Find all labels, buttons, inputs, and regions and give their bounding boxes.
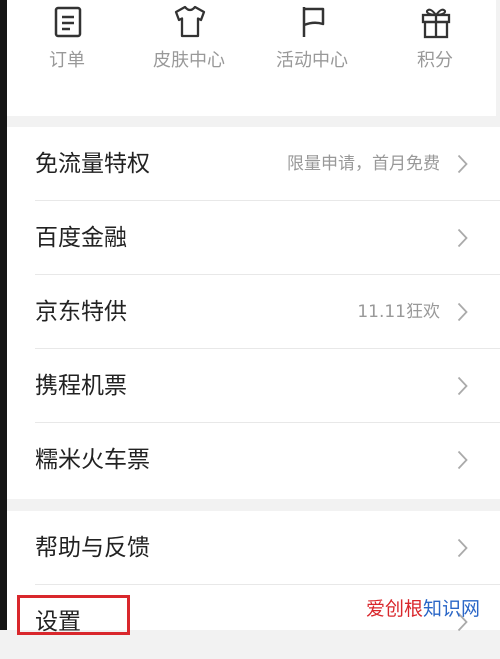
menu-item-title: 糯米火车票 — [35, 447, 150, 473]
quick-action-activity-center[interactable]: 活动中心 — [252, 0, 372, 116]
quick-action-points[interactable]: 积分 — [375, 0, 495, 116]
menu-item-title: 免流量特权 — [35, 151, 150, 177]
flag-icon — [302, 7, 325, 37]
menu-card-services: 免流量特权 限量申请，首月免费 百度金融 京东特供 11.11狂欢 携程机票 糯… — [7, 127, 500, 499]
menu-item-baidu-finance[interactable]: 百度金融 — [7, 201, 500, 275]
menu-item-nuomi-train[interactable]: 糯米火车票 — [7, 423, 500, 497]
quick-action-skin-center[interactable]: 皮肤中心 — [129, 0, 249, 116]
menu-item-jd-special[interactable]: 京东特供 11.11狂欢 — [7, 275, 500, 349]
quick-action-label: 皮肤中心 — [153, 50, 225, 71]
chevron-right-icon — [457, 228, 468, 248]
menu-item-ctrip-flights[interactable]: 携程机票 — [7, 349, 500, 423]
order-icon — [54, 6, 82, 38]
quick-action-label: 活动中心 — [276, 50, 348, 71]
menu-item-title: 京东特供 — [35, 299, 127, 325]
menu-item-subtitle: 11.11狂欢 — [357, 302, 440, 322]
chevron-right-icon — [457, 154, 468, 174]
chevron-right-icon — [457, 302, 468, 322]
settings-highlight-box — [17, 595, 130, 635]
menu-item-title: 百度金融 — [35, 225, 127, 251]
menu-item-free-data[interactable]: 免流量特权 限量申请，首月免费 — [7, 127, 500, 201]
quick-action-label: 订单 — [49, 50, 85, 71]
left-edge-bar — [0, 0, 7, 630]
menu-item-title: 帮助与反馈 — [35, 535, 150, 561]
quick-action-orders[interactable]: 订单 — [7, 0, 127, 116]
chevron-right-icon — [457, 450, 468, 470]
quick-action-label: 积分 — [417, 50, 453, 71]
menu-item-title: 携程机票 — [35, 373, 127, 399]
gift-icon — [421, 8, 451, 39]
chevron-right-icon — [457, 376, 468, 396]
chevron-right-icon — [457, 538, 468, 558]
menu-item-subtitle: 限量申请，首月免费 — [287, 154, 440, 174]
watermark: 爱创根知识网 — [366, 595, 480, 623]
quick-actions-card: 订单 皮肤中心 活动中心 积分 — [7, 0, 496, 116]
menu-item-help-feedback[interactable]: 帮助与反馈 — [7, 511, 500, 585]
tshirt-icon — [174, 5, 206, 38]
watermark-part-1: 爱创根 — [366, 598, 424, 620]
watermark-part-2: 知识网 — [423, 598, 481, 620]
